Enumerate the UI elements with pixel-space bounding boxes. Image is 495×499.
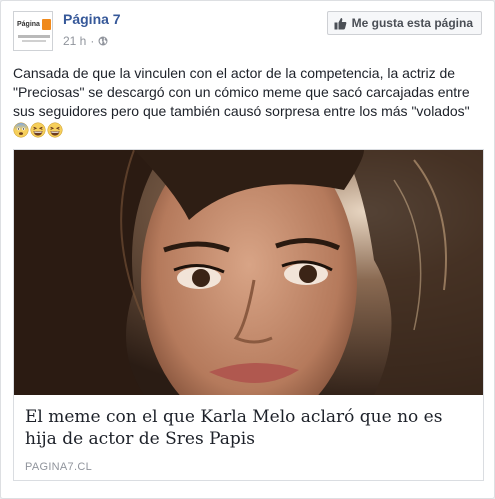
portrait-photo <box>14 150 483 395</box>
post-timestamp[interactable]: 21 h <box>63 34 86 48</box>
post-message: Cansada de que la vinculen con el actor … <box>13 64 485 140</box>
like-page-label: Me gusta esta página <box>351 16 473 30</box>
avatar-logo-text: Página <box>17 21 40 28</box>
fearful-face-emoji-icon <box>13 122 29 138</box>
grinning-squinting-face-emoji-icon <box>30 122 46 138</box>
link-title[interactable]: El meme con el que Karla Melo aclaró que… <box>25 406 475 450</box>
post-header: Página Página 7 21 h · Me gusta esta pág… <box>13 11 482 55</box>
link-preview[interactable]: El meme con el que Karla Melo aclaró que… <box>13 149 484 481</box>
globe-icon[interactable] <box>98 36 108 46</box>
avatar-logo-stripe <box>18 35 50 38</box>
post-card: Página Página 7 21 h · Me gusta esta pág… <box>0 0 495 499</box>
page-avatar[interactable]: Página <box>13 11 53 51</box>
page-name-link[interactable]: Página 7 <box>63 11 121 27</box>
post-meta: 21 h · <box>63 34 108 48</box>
avatar-logo-stripe-2 <box>22 40 46 42</box>
post-message-text: Cansada de que la vinculen con el actor … <box>13 65 470 119</box>
link-domain: PAGINA7.CL <box>25 461 92 473</box>
link-preview-image[interactable] <box>14 150 483 395</box>
grinning-squinting-face-emoji-icon <box>47 122 63 138</box>
like-page-button[interactable]: Me gusta esta página <box>326 11 482 35</box>
avatar-logo-badge <box>42 19 51 30</box>
meta-separator: · <box>90 34 95 48</box>
thumbs-up-icon <box>334 17 346 29</box>
